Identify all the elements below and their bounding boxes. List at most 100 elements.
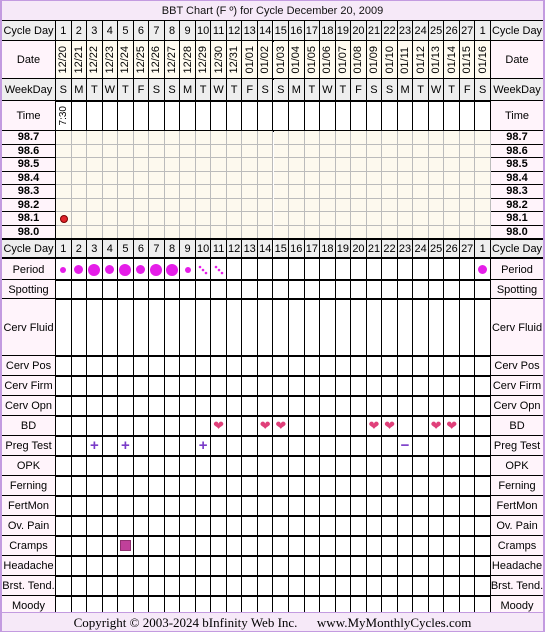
temp-grid-cell[interactable] bbox=[226, 171, 243, 185]
cerv-fluid-cell[interactable] bbox=[289, 299, 305, 356]
cerv-opn-cell[interactable] bbox=[149, 395, 165, 416]
temp-grid-cell[interactable] bbox=[320, 171, 336, 185]
temp-grid-cell[interactable] bbox=[397, 225, 414, 239]
opk-cell[interactable] bbox=[72, 455, 88, 476]
bd-cell[interactable] bbox=[398, 415, 414, 436]
bd-cell[interactable] bbox=[289, 415, 305, 436]
ferning-cell[interactable] bbox=[444, 475, 460, 496]
cerv-firm-cell[interactable] bbox=[429, 375, 445, 396]
period-cell[interactable] bbox=[305, 259, 321, 280]
period-cell[interactable] bbox=[180, 259, 196, 280]
cerv-firm-cell[interactable] bbox=[211, 375, 227, 396]
cerv-fluid-cell[interactable] bbox=[165, 299, 181, 356]
preg-test-cell[interactable]: + bbox=[196, 435, 212, 456]
ferning-cell[interactable] bbox=[87, 475, 103, 496]
ferning-cell[interactable] bbox=[274, 475, 290, 496]
ov-pain-cell[interactable] bbox=[118, 515, 134, 536]
temp-grid-cell[interactable] bbox=[71, 198, 88, 212]
period-cell[interactable] bbox=[413, 259, 429, 280]
period-cell[interactable] bbox=[444, 259, 460, 280]
cerv-firm-cell[interactable] bbox=[180, 375, 196, 396]
bd-cell[interactable] bbox=[475, 415, 491, 436]
cerv-pos-cell[interactable] bbox=[351, 356, 367, 376]
temp-grid-cell[interactable] bbox=[273, 171, 290, 185]
opk-cell[interactable] bbox=[305, 455, 321, 476]
cramps-cell[interactable] bbox=[351, 535, 367, 556]
preg-test-cell[interactable] bbox=[351, 435, 367, 456]
temp-grid-cell[interactable] bbox=[382, 212, 398, 226]
temp-grid-cell[interactable] bbox=[304, 225, 321, 239]
ov-pain-cell[interactable] bbox=[72, 515, 88, 536]
temp-grid-cell[interactable] bbox=[335, 158, 352, 172]
cramps-cell[interactable] bbox=[118, 535, 134, 556]
fertmon-cell[interactable] bbox=[444, 495, 460, 516]
temp-grid-cell[interactable] bbox=[304, 131, 321, 145]
temp-grid-cell[interactable] bbox=[226, 185, 243, 199]
temp-grid-cell[interactable] bbox=[428, 225, 445, 239]
ov-pain-cell[interactable] bbox=[227, 515, 243, 536]
temp-grid-cell[interactable] bbox=[133, 225, 150, 239]
temp-grid-cell[interactable] bbox=[382, 131, 398, 145]
cramps-cell[interactable] bbox=[103, 535, 119, 556]
temp-grid-cell[interactable] bbox=[428, 131, 445, 145]
cerv-opn-cell[interactable] bbox=[118, 395, 134, 416]
preg-test-cell[interactable] bbox=[305, 435, 321, 456]
fertmon-cell[interactable] bbox=[227, 495, 243, 516]
temp-grid-cell[interactable] bbox=[164, 144, 181, 158]
period-cell[interactable] bbox=[56, 259, 72, 280]
ov-pain-cell[interactable] bbox=[336, 515, 352, 536]
opk-cell[interactable] bbox=[274, 455, 290, 476]
temp-grid-cell[interactable] bbox=[164, 131, 181, 145]
brst-tend-cell[interactable] bbox=[87, 575, 103, 596]
temp-grid-cell[interactable] bbox=[351, 185, 367, 199]
temp-grid-cell[interactable] bbox=[257, 131, 274, 145]
spotting-cell[interactable] bbox=[118, 280, 134, 299]
cerv-firm-cell[interactable] bbox=[258, 375, 274, 396]
cerv-pos-cell[interactable] bbox=[398, 356, 414, 376]
opk-cell[interactable] bbox=[196, 455, 212, 476]
brst-tend-cell[interactable] bbox=[429, 575, 445, 596]
cramps-cell[interactable] bbox=[444, 535, 460, 556]
ferning-cell[interactable] bbox=[72, 475, 88, 496]
bd-cell[interactable] bbox=[460, 415, 476, 436]
brst-tend-cell[interactable] bbox=[444, 575, 460, 596]
period-cell[interactable] bbox=[196, 259, 212, 280]
temp-grid-cell[interactable] bbox=[366, 171, 383, 185]
cerv-opn-cell[interactable] bbox=[196, 395, 212, 416]
temp-grid-cell[interactable] bbox=[149, 212, 165, 226]
headache-cell[interactable] bbox=[444, 555, 460, 576]
fertmon-cell[interactable] bbox=[118, 495, 134, 516]
preg-test-cell[interactable] bbox=[320, 435, 336, 456]
fertmon-cell[interactable] bbox=[211, 495, 227, 516]
fertmon-cell[interactable] bbox=[134, 495, 150, 516]
period-cell[interactable] bbox=[134, 259, 150, 280]
cramps-cell[interactable] bbox=[196, 535, 212, 556]
cerv-pos-cell[interactable] bbox=[336, 356, 352, 376]
headache-cell[interactable] bbox=[149, 555, 165, 576]
temp-grid-cell[interactable] bbox=[459, 225, 476, 239]
ferning-cell[interactable] bbox=[118, 475, 134, 496]
ov-pain-cell[interactable] bbox=[320, 515, 336, 536]
cerv-pos-cell[interactable] bbox=[305, 356, 321, 376]
fertmon-cell[interactable] bbox=[305, 495, 321, 516]
temp-grid-cell[interactable] bbox=[459, 144, 476, 158]
spotting-cell[interactable] bbox=[72, 280, 88, 299]
temp-grid-cell[interactable] bbox=[180, 185, 196, 199]
period-cell[interactable] bbox=[274, 259, 290, 280]
cerv-firm-cell[interactable] bbox=[320, 375, 336, 396]
brst-tend-cell[interactable] bbox=[103, 575, 119, 596]
cerv-opn-cell[interactable] bbox=[305, 395, 321, 416]
cerv-firm-cell[interactable] bbox=[134, 375, 150, 396]
fertmon-cell[interactable] bbox=[289, 495, 305, 516]
temp-grid-cell[interactable] bbox=[133, 171, 150, 185]
opk-cell[interactable] bbox=[475, 455, 491, 476]
headache-cell[interactable] bbox=[56, 555, 72, 576]
opk-cell[interactable] bbox=[444, 455, 460, 476]
ferning-cell[interactable] bbox=[56, 475, 72, 496]
temp-grid-cell[interactable] bbox=[257, 171, 274, 185]
temp-grid-cell[interactable] bbox=[289, 131, 305, 145]
temp-grid-cell[interactable] bbox=[475, 171, 491, 185]
temp-grid-cell[interactable] bbox=[413, 131, 429, 145]
preg-test-cell[interactable] bbox=[180, 435, 196, 456]
temp-grid-cell[interactable] bbox=[413, 171, 429, 185]
